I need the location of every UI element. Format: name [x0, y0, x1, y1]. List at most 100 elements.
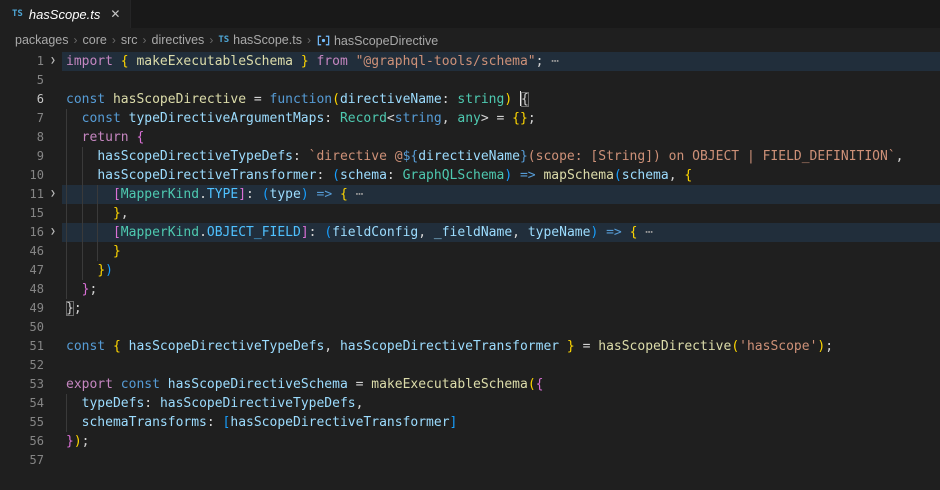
code-token: ) [504, 92, 512, 107]
code-line[interactable]: hasScopeDirectiveTypeDefs: `directive @$… [62, 147, 940, 166]
line-number: 10 [0, 166, 44, 185]
line-number: 5 [0, 71, 44, 90]
code-token: hasScopeDirective [113, 92, 246, 107]
line-number: 9 [0, 147, 44, 166]
code-line[interactable]: import { makeExecutableSchema } from "@g… [62, 52, 940, 71]
code-token: export [66, 377, 121, 392]
code-line[interactable]: export const hasScopeDirectiveSchema = m… [62, 375, 940, 394]
code-line[interactable]: }, [62, 204, 940, 223]
editor-row: 1❯import { makeExecutableSchema } from "… [0, 52, 940, 71]
code-line[interactable] [62, 71, 940, 90]
code-token: ] [238, 187, 246, 202]
code-token: = [348, 377, 371, 392]
code-token [66, 263, 97, 278]
code-line[interactable]: schemaTransforms: [hasScopeDirectiveTran… [62, 413, 940, 432]
code-token: : [324, 111, 340, 126]
code-token: { [340, 187, 348, 202]
code-token: , [512, 225, 528, 240]
code-token: { [113, 339, 129, 354]
code-line[interactable]: } [62, 242, 940, 261]
editor-row: 57 [0, 451, 940, 470]
breadcrumb-item[interactable]: src [121, 33, 138, 47]
code-line[interactable] [62, 356, 940, 375]
code-line[interactable]: hasScopeDirectiveTransformer: (schema: G… [62, 166, 940, 185]
code-token: : [293, 149, 309, 164]
code-token: const [66, 92, 113, 107]
code-token: schema [340, 168, 387, 183]
code-line[interactable] [62, 451, 940, 470]
code-token: : [442, 92, 458, 107]
tab-title: hasScope.ts [29, 7, 101, 22]
code-token [512, 92, 520, 107]
code-line[interactable]: const typeDirectiveArgumentMaps: Record<… [62, 109, 940, 128]
code-token: => [512, 168, 543, 183]
line-number: 16 [0, 223, 44, 242]
code-token: ( [332, 168, 340, 183]
code-token: ⋯ [637, 225, 653, 240]
code-editor[interactable]: 1❯import { makeExecutableSchema } from "… [0, 52, 940, 490]
code-line[interactable]: typeDefs: hasScopeDirectiveTypeDefs, [62, 394, 940, 413]
breadcrumb-file[interactable]: TShasScope.ts [218, 33, 302, 47]
code-token: } [301, 54, 309, 69]
code-token: } [113, 206, 121, 221]
code-token: ] [301, 225, 309, 240]
editor-row: 52 [0, 356, 940, 375]
code-line[interactable]: [MapperKind.OBJECT_FIELD]: (fieldConfig,… [62, 223, 940, 242]
code-line[interactable] [62, 318, 940, 337]
breadcrumb-symbol[interactable]: hasScopeDirective [316, 33, 438, 48]
code-token: ${ [403, 149, 419, 164]
editor-row: 8 return { [0, 128, 940, 147]
fold-chevron-icon[interactable]: ❯ [44, 52, 62, 71]
code-token [66, 206, 113, 221]
editor-row: 15 }, [0, 204, 940, 223]
close-icon[interactable]: ✕ [110, 8, 120, 20]
code-token: TYPE [207, 187, 238, 202]
code-token: } [113, 244, 121, 259]
line-number: 46 [0, 242, 44, 261]
code-token: MapperKind [121, 225, 199, 240]
code-line[interactable]: const hasScopeDirective = function(direc… [62, 90, 940, 109]
code-token: ; [74, 301, 82, 316]
code-line[interactable]: }; [62, 280, 940, 299]
fold-chevron-icon[interactable]: ❯ [44, 223, 62, 242]
code-token: , [418, 225, 434, 240]
editor-row: 54 typeDefs: hasScopeDirectiveTypeDefs, [0, 394, 940, 413]
code-token [66, 225, 113, 240]
code-line[interactable]: }) [62, 261, 940, 280]
code-token: , [121, 206, 129, 221]
tab-hasscope[interactable]: TS hasScope.ts ✕ [0, 0, 131, 28]
code-token: directiveName [340, 92, 442, 107]
code-token: ⋯ [543, 54, 559, 69]
code-line[interactable]: const { hasScopeDirectiveTypeDefs, hasSc… [62, 337, 940, 356]
code-token: hasScopeDirective [598, 339, 731, 354]
code-line[interactable]: }); [62, 432, 940, 451]
line-number: 8 [0, 128, 44, 147]
code-token: ; [82, 434, 90, 449]
chevron-right-icon: › [112, 33, 116, 47]
fold-chevron-icon[interactable]: ❯ [44, 185, 62, 204]
line-number: 1 [0, 52, 44, 71]
code-token: = [575, 339, 598, 354]
editor-row: 48 }; [0, 280, 940, 299]
editor-row: 53export const hasScopeDirectiveSchema =… [0, 375, 940, 394]
code-token: ) [504, 168, 512, 183]
code-token: typeName [528, 225, 591, 240]
editor-row: 6const hasScopeDirective = function(dire… [0, 90, 940, 109]
line-number: 57 [0, 451, 44, 470]
code-token: } [559, 339, 575, 354]
code-token: [ [113, 225, 121, 240]
editor-row: 55 schemaTransforms: [hasScopeDirectiveT… [0, 413, 940, 432]
breadcrumb-item[interactable]: directives [152, 33, 205, 47]
breadcrumb-item[interactable]: core [83, 33, 107, 47]
code-token: : [387, 168, 403, 183]
code-token: => [309, 187, 340, 202]
code-token: directiveName [418, 149, 520, 164]
code-token [66, 396, 82, 411]
breadcrumb-item[interactable]: packages [15, 33, 69, 47]
code-token: ) [74, 434, 82, 449]
editor-row: 5 [0, 71, 940, 90]
code-token: < [387, 111, 395, 126]
code-line[interactable]: }; [62, 299, 940, 318]
code-line[interactable]: [MapperKind.TYPE]: (type) => { ⋯ [62, 185, 940, 204]
code-line[interactable]: return { [62, 128, 940, 147]
